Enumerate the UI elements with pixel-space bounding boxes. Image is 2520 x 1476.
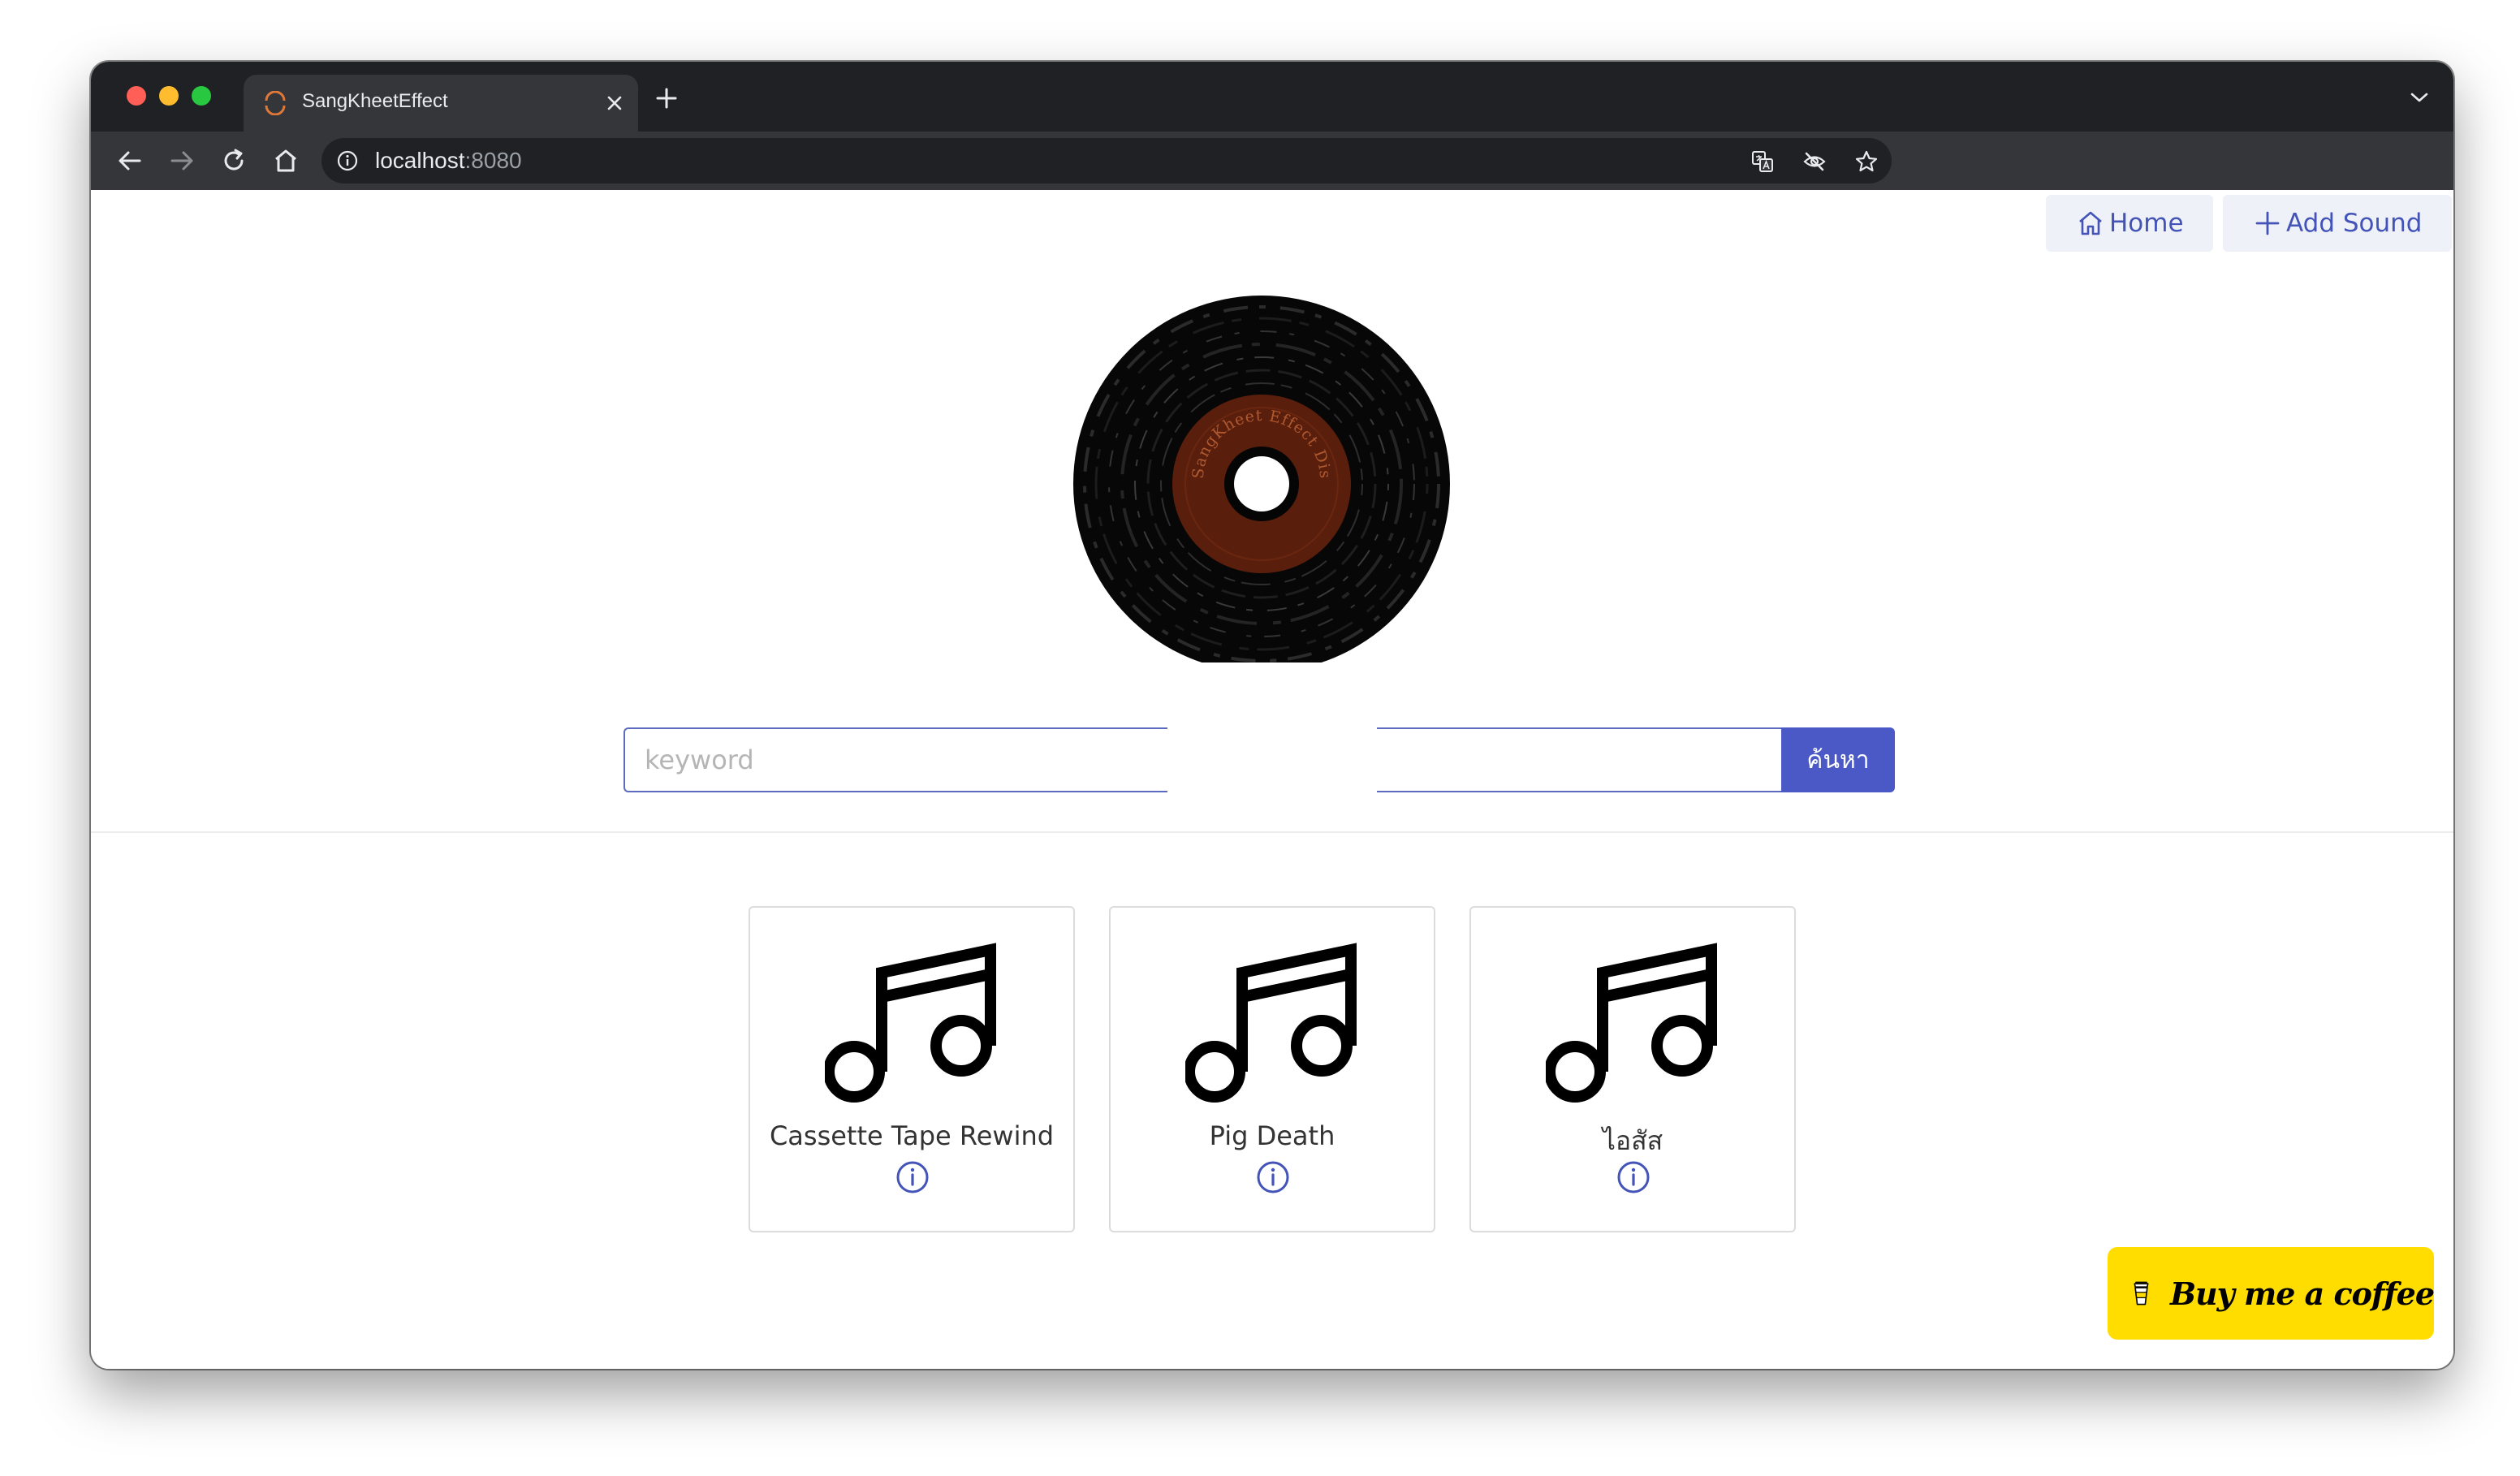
favicon-icon bbox=[265, 91, 286, 115]
url-host: localhost bbox=[375, 148, 465, 173]
page-content: Home Add Sound SangKheet Effect Dis keyw… bbox=[91, 190, 2453, 1369]
address-bar[interactable]: localhost:8080 bbox=[321, 138, 1892, 183]
sound-title: ไอสัส bbox=[1602, 1125, 1663, 1156]
search-gap bbox=[1167, 723, 1377, 799]
reload-icon[interactable] bbox=[219, 146, 248, 175]
minimize-window-button[interactable] bbox=[159, 86, 179, 106]
music-note-icon bbox=[1546, 943, 1717, 1103]
coffee-cup-icon bbox=[2134, 1281, 2149, 1306]
sound-title: Pig Death bbox=[1209, 1120, 1336, 1151]
music-note-icon bbox=[1185, 943, 1357, 1103]
sound-card[interactable]: Pig Death bbox=[1109, 906, 1435, 1232]
browser-window: SangKheetEffect localhost:8080 Home Add … bbox=[91, 62, 2453, 1369]
eye-slash-icon[interactable] bbox=[1802, 149, 1827, 174]
add-sound-nav-button[interactable]: Add Sound bbox=[2223, 195, 2452, 252]
vinyl-disk-logo: SangKheet Effect Disk 666 bbox=[1073, 296, 1450, 662]
divider bbox=[91, 831, 2453, 833]
add-sound-nav-label: Add Sound bbox=[2286, 209, 2423, 238]
url-text: localhost:8080 bbox=[375, 148, 522, 174]
forward-arrow-icon[interactable] bbox=[167, 146, 196, 175]
browser-tab[interactable]: SangKheetEffect bbox=[244, 75, 638, 132]
translate-icon[interactable] bbox=[1750, 149, 1775, 174]
browser-toolbar: localhost:8080 bbox=[91, 132, 2453, 190]
home-nav-label: Home bbox=[2109, 209, 2184, 238]
new-tab-icon[interactable] bbox=[654, 86, 679, 110]
url-port: :8080 bbox=[464, 148, 522, 173]
music-note-icon bbox=[825, 943, 996, 1103]
info-icon[interactable] bbox=[1255, 1159, 1291, 1195]
tab-strip: SangKheetEffect bbox=[91, 62, 2453, 132]
vinyl-disk-icon: SangKheet Effect Disk 666 bbox=[1073, 296, 1450, 662]
coffee-label: Buy me a coffee bbox=[2169, 1275, 2435, 1312]
search-button[interactable]: ค้นหา bbox=[1781, 727, 1895, 792]
buy-me-a-coffee-button[interactable]: Buy me a coffee bbox=[2108, 1247, 2435, 1340]
close-tab-icon[interactable] bbox=[604, 93, 625, 114]
maximize-window-button[interactable] bbox=[192, 86, 211, 106]
home-nav-button[interactable]: Home bbox=[2046, 195, 2213, 252]
info-icon[interactable] bbox=[895, 1159, 930, 1195]
tab-search-chevron-icon[interactable] bbox=[2410, 89, 2429, 106]
tab-title: SangKheetEffect bbox=[302, 90, 448, 112]
site-info-icon[interactable] bbox=[336, 149, 359, 172]
close-window-button[interactable] bbox=[127, 86, 146, 106]
sound-card[interactable]: Cassette Tape Rewind bbox=[749, 906, 1075, 1232]
home-icon[interactable] bbox=[271, 146, 300, 175]
sound-card[interactable]: ไอสัส bbox=[1469, 906, 1796, 1232]
plus-icon bbox=[2255, 211, 2280, 235]
sound-title: Cassette Tape Rewind bbox=[769, 1120, 1055, 1151]
back-arrow-icon[interactable] bbox=[115, 146, 145, 175]
bookmark-star-icon[interactable] bbox=[1854, 149, 1879, 174]
info-icon[interactable] bbox=[1616, 1159, 1651, 1195]
home-icon bbox=[2079, 211, 2102, 235]
